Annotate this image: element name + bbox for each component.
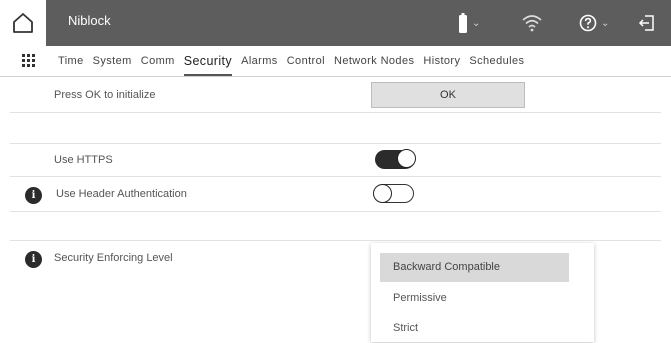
wifi-button[interactable] [521, 9, 543, 37]
tab-bar: Time System Comm Security Alarms Control… [58, 46, 533, 76]
chevron-down-icon: ⌄ [601, 17, 610, 29]
help-menu[interactable]: ⌄ [579, 9, 609, 37]
enforcing-label: Security Enforcing Level [54, 252, 173, 264]
chevron-down-icon: ⌄ [472, 17, 481, 29]
info-icon[interactable]: i [25, 251, 42, 268]
tab-control[interactable]: Control [287, 46, 325, 76]
help-icon [579, 14, 597, 32]
nav-bar: Time System Comm Security Alarms Control… [0, 46, 671, 77]
logout-button[interactable] [638, 9, 656, 37]
top-bar: Niblock ⌄ ⌄ [0, 0, 671, 46]
tab-time[interactable]: Time [58, 46, 84, 76]
tab-network-nodes[interactable]: Network Nodes [334, 46, 414, 76]
battery-icon [459, 13, 467, 33]
spacer-row [10, 113, 661, 144]
logout-icon [638, 15, 654, 31]
header-auth-row: Use Header Authentication [10, 177, 661, 212]
https-label: Use HTTPS [54, 154, 113, 166]
apps-grid-icon[interactable] [22, 54, 36, 68]
tab-schedules[interactable]: Schedules [469, 46, 524, 76]
app-title: Niblock [68, 13, 111, 28]
option-strict[interactable]: Strict [380, 314, 569, 343]
option-backward-compatible[interactable]: Backward Compatible [380, 253, 569, 282]
wifi-icon [522, 15, 542, 32]
initialize-label: Press OK to initialize [54, 89, 156, 101]
spacer-row [10, 212, 661, 241]
tab-alarms[interactable]: Alarms [241, 46, 278, 76]
ok-button[interactable]: OK [371, 82, 525, 108]
tab-history[interactable]: History [423, 46, 460, 76]
toggle-knob [397, 149, 416, 168]
info-icon[interactable]: i [25, 187, 42, 204]
enforcing-level-dropdown: Backward Compatible Permissive Strict [371, 243, 594, 342]
https-toggle[interactable] [375, 149, 416, 169]
home-button[interactable] [0, 0, 46, 46]
header-auth-label: Use Header Authentication [56, 188, 187, 200]
https-row: Use HTTPS [10, 144, 661, 177]
battery-menu[interactable]: ⌄ [458, 9, 480, 37]
tab-security[interactable]: Security [183, 46, 233, 76]
home-icon [13, 13, 33, 33]
option-permissive[interactable]: Permissive [380, 284, 569, 313]
header-auth-toggle[interactable] [373, 184, 414, 203]
tab-system[interactable]: System [93, 46, 132, 76]
initialize-row: Press OK to initialize [10, 77, 661, 113]
toggle-knob [373, 184, 392, 203]
tab-comm[interactable]: Comm [141, 46, 175, 76]
